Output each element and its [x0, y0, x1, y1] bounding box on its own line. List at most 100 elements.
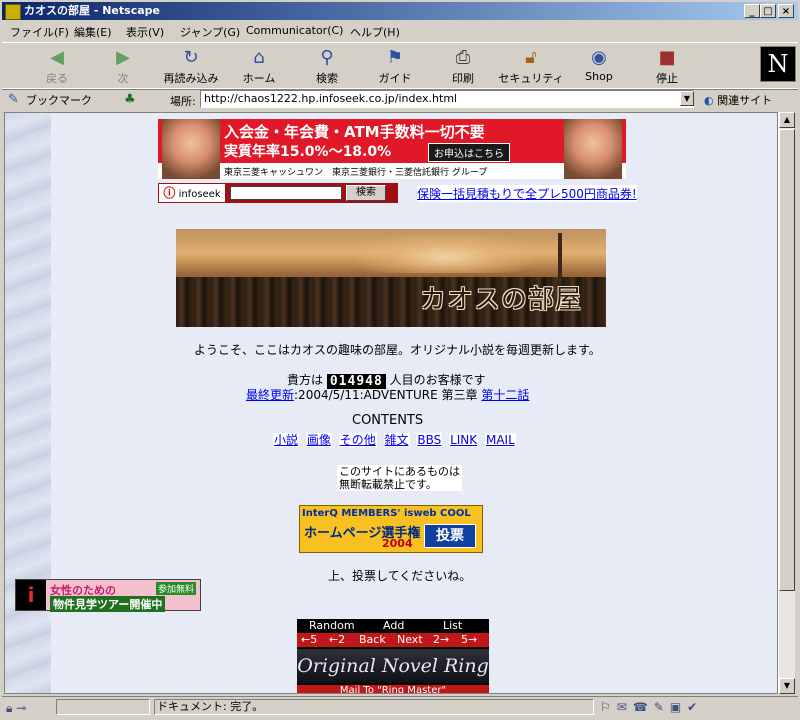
- scroll-thumb[interactable]: [779, 129, 795, 591]
- bookmarks-button[interactable]: ブックマーク: [26, 92, 92, 108]
- ring-prev2-link[interactable]: ←2: [329, 633, 345, 646]
- welcome-text: ようこそ、ここはカオスの趣味の部屋。オリジナル小説を毎週更新します。: [194, 343, 601, 357]
- property-tour-ad[interactable]: i 女性のための 参加無料 物件見学ツアー開催中: [15, 579, 201, 612]
- scroll-down-arrow[interactable]: ▼: [779, 678, 795, 694]
- infoseek-search-button[interactable]: 検索: [346, 185, 386, 201]
- sunset-clouds: [356, 233, 536, 273]
- free-entry-badge: 参加無料: [156, 582, 197, 595]
- printer-icon: ⎙: [455, 47, 471, 68]
- ring-next-link[interactable]: Next: [397, 633, 423, 646]
- guide-button[interactable]: ⚑ ガイド: [362, 45, 428, 87]
- site-title: カオスの部屋: [420, 285, 583, 315]
- vote-button[interactable]: 投票: [424, 524, 476, 548]
- window-title: カオスの部屋 - Netscape: [24, 4, 160, 17]
- ring-next5-link[interactable]: 5→: [461, 633, 477, 646]
- page-proxy-icon[interactable]: ♣: [124, 92, 136, 107]
- menu-communicator[interactable]: Communicator(C): [246, 24, 343, 37]
- nav-link-other[interactable]: その他: [338, 433, 377, 447]
- nav-link-images[interactable]: 画像: [305, 433, 332, 447]
- nav-link-link[interactable]: LINK: [449, 433, 479, 447]
- vote-banner-year: 2004: [382, 537, 413, 550]
- lock-icon: 🔓︎: [525, 47, 537, 68]
- navigation-toolbar: ◀ 戻る ▶ 次 ↻ 再読み込み ⌂ ホーム ⚲ 検索 ⚑ ガイド ⎙ 印刷 🔓…: [2, 42, 798, 90]
- stop-icon: ■: [658, 47, 676, 68]
- print-button[interactable]: ⎙ 印刷: [430, 45, 496, 87]
- reload-icon: ↻: [183, 47, 199, 68]
- home-button[interactable]: ⌂ ホーム: [226, 45, 292, 87]
- scroll-up-arrow[interactable]: ▲: [779, 112, 795, 128]
- infoseek-search-input[interactable]: [230, 186, 342, 200]
- infoseek-i-icon: ⓘ: [163, 186, 176, 200]
- ring-back-link[interactable]: Back: [359, 633, 386, 646]
- copyright-notice: このサイトにあるものは 無断転載禁止です。: [337, 465, 462, 491]
- vote-banner-sponsors: InterQ MEMBERS' isweb COOL: [302, 508, 471, 519]
- shop-icon: ◉: [591, 47, 607, 68]
- menu-edit[interactable]: 編集(E): [74, 24, 112, 40]
- guide-icon: ⚑: [386, 47, 404, 68]
- url-dropdown-arrow[interactable]: ▼: [680, 91, 694, 106]
- search-button[interactable]: ⚲ 検索: [294, 45, 360, 87]
- property-ad-line2: 物件見学ツアー開催中: [50, 596, 166, 612]
- banner-headline: 入会金・年会費・ATM手数料一切不要: [224, 123, 485, 141]
- menu-file[interactable]: ファイル(F): [10, 24, 69, 40]
- bookmark-icon: ✎: [8, 92, 19, 107]
- related-sites-icon: ◐: [704, 94, 714, 107]
- contents-heading: CONTENTS: [352, 413, 424, 428]
- ring-logo[interactable]: Original Novel Ring: [297, 649, 489, 683]
- ring-list-link[interactable]: List: [443, 619, 462, 632]
- nav-link-novel[interactable]: 小説: [273, 433, 300, 447]
- back-button[interactable]: ◀ 戻る: [24, 45, 90, 87]
- banner-apply-button[interactable]: お申込はこちら: [428, 143, 510, 162]
- menu-bar: ファイル(F) 編集(E) 表示(V) ジャンプ(G) Communicator…: [2, 21, 798, 40]
- vote-banner[interactable]: InterQ MEMBERS' isweb COOL ホームページ選手権 200…: [299, 505, 483, 553]
- status-bar: 🔒︎ ⊸ ドキュメント: 完了。 ⚐✉☎✎▣✔: [2, 696, 798, 719]
- infoseek-search-box: ⓘ infoseek 検索: [158, 183, 398, 203]
- page-content: 入会金・年会費・ATM手数料一切不要 実質年率15.0%～18.0% お申込はこ…: [4, 112, 778, 694]
- home-icon: ⌂: [253, 47, 265, 68]
- infoseek-logo: ⓘ infoseek: [159, 184, 225, 202]
- ring-random-link[interactable]: Random: [309, 619, 355, 632]
- close-button[interactable]: ×: [778, 4, 794, 18]
- maximize-button[interactable]: □: [760, 4, 776, 18]
- ring-master-mail-link[interactable]: Mail To "Ring Master": [297, 685, 489, 693]
- latest-chapter-link[interactable]: 第十二話: [481, 388, 529, 402]
- menu-help[interactable]: ヘルプ(H): [350, 24, 400, 40]
- novel-ring-banner: Random Add List ←5 ←2 Back Next 2→ 5→ Or…: [297, 619, 489, 693]
- netscape-logo[interactable]: N: [760, 46, 796, 82]
- last-update-link[interactable]: 最終更新: [246, 388, 294, 402]
- ring-add-link[interactable]: Add: [383, 619, 404, 632]
- shop-button[interactable]: ◉ Shop: [566, 45, 632, 87]
- banner-person-left: [162, 119, 220, 179]
- component-bar-icons[interactable]: ⚐✉☎✎▣✔: [600, 700, 703, 714]
- stop-button[interactable]: ■ 停止: [634, 45, 700, 87]
- search-icon: ⚲: [320, 47, 334, 68]
- nav-link-bbs[interactable]: BBS: [416, 433, 443, 447]
- location-label: 場所:: [170, 95, 196, 108]
- banner-person-right: [564, 119, 622, 179]
- progress-indicator: [56, 699, 150, 715]
- forward-arrow-icon: ▶: [116, 47, 130, 68]
- ring-next2-link[interactable]: 2→: [433, 633, 449, 646]
- location-bar: ✎ ブックマーク ♣ 場所: http://chaos1222.hp.infos…: [2, 88, 798, 111]
- contents-nav: 小説 画像 その他 雑文 BBS LINK MAIL: [273, 431, 519, 448]
- related-sites-button[interactable]: ◐ 関連サイト: [704, 92, 772, 108]
- minimize-button[interactable]: _: [744, 4, 760, 18]
- menu-go[interactable]: ジャンプ(G): [180, 24, 240, 40]
- last-update-line: 最終更新:2004/5/11:ADVENTURE 第三章 第十二話: [246, 388, 530, 402]
- url-input[interactable]: http://chaos1222.hp.infoseek.co.jp/index…: [200, 90, 694, 108]
- insurance-ad-link[interactable]: 保険一括見積もりで全プレ500円商品券!: [417, 185, 637, 202]
- security-status-icon[interactable]: 🔒︎ ⊸: [6, 701, 26, 716]
- nav-link-mail[interactable]: MAIL: [484, 433, 516, 447]
- reload-button[interactable]: ↻ 再読み込み: [158, 45, 224, 87]
- banner-footer: 東京三菱キャッシュワン 東京三菱銀行・三菱信託銀行 グループ: [224, 168, 488, 178]
- vertical-scrollbar[interactable]: ▲ ▼: [778, 112, 795, 694]
- menu-view[interactable]: 表示(V): [126, 24, 164, 40]
- site-title-image: カオスの部屋: [176, 229, 606, 327]
- ring-prev5-link[interactable]: ←5: [301, 633, 317, 646]
- vote-caption: 上、投票してくださいね。: [328, 569, 472, 583]
- nav-link-essays[interactable]: 雑文: [383, 433, 410, 447]
- security-button[interactable]: 🔓︎ セキュリティ: [498, 45, 564, 87]
- title-bar: カオスの部屋 - Netscape _ □ ×: [2, 2, 798, 20]
- forward-button[interactable]: ▶ 次: [90, 45, 156, 87]
- cashone-ad-banner[interactable]: 入会金・年会費・ATM手数料一切不要 実質年率15.0%～18.0% お申込はこ…: [158, 119, 626, 179]
